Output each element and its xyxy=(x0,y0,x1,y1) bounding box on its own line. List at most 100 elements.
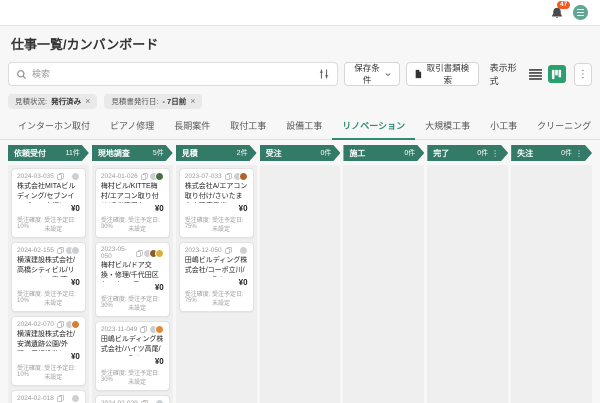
column-request-received: 依頼受付 11件 2024-03-035 株式会社MITAビルディング/セブンイ… xyxy=(8,145,89,403)
copy-icon[interactable] xyxy=(57,173,64,180)
column-header: 施工 0件 xyxy=(343,145,424,161)
search-input[interactable] xyxy=(32,69,313,79)
column-name: 現地調査 xyxy=(97,148,130,158)
column-count: 11件 xyxy=(65,150,80,157)
copy-icon[interactable] xyxy=(57,247,64,254)
column-name: 見積 xyxy=(181,148,198,158)
filter-chip-estimate-issue-date[interactable]: 見積書発行日: - 7日前 × xyxy=(104,94,203,109)
search-box[interactable] xyxy=(8,62,338,86)
card-due-date: 受注予定日: 未設定 xyxy=(44,366,76,381)
card-due-date: 受注予定日: 未設定 xyxy=(211,218,244,233)
card-avatars xyxy=(148,325,164,334)
kanban-card[interactable]: 2023-11-049 田嶋ビルディング株式会社/ハイツ高尾/エアコン取り… ¥… xyxy=(94,321,170,391)
card-avatars xyxy=(154,399,164,403)
card-title: 横濱建設株式会社/安満遺跡公園/外壁・屋根塗装/ xyxy=(17,331,75,349)
filter-chip-estimate-status[interactable]: 見積状況: 発行済み × xyxy=(8,94,98,109)
tab-longterm[interactable]: 長期案件 xyxy=(164,114,220,139)
tab-intercom[interactable]: インターホン取付 xyxy=(8,114,100,139)
kanban-card[interactable]: 2023-12-050 田嶋ビルディング株式会社/コーポ立川/エアコン取り… ¥… xyxy=(178,242,254,312)
card-amount: ¥0 xyxy=(154,283,164,292)
card-id: 2023-05-050 xyxy=(100,246,127,260)
kanban-card[interactable]: 2024-02-155 横濱建設株式会社/高橋シティビル/リフォーム工事/高… … xyxy=(11,242,86,312)
column-body xyxy=(511,165,593,403)
card-probability: 受注確度: 10% xyxy=(17,218,43,230)
kanban-card[interactable]: 2023-05-050 梅村ビル/ドア交換・修理/千代田区丸の内2丁目7-2 ¥… xyxy=(94,242,170,317)
filter-tune-icon[interactable] xyxy=(318,68,330,80)
document-icon xyxy=(416,69,422,79)
tab-small-work[interactable]: 小工事 xyxy=(480,114,527,139)
column-count: 0件 xyxy=(320,150,332,157)
chip-label: 見積書発行日: xyxy=(111,97,159,106)
tab-cleaning[interactable]: クリーニング xyxy=(527,114,600,139)
notification-badge: 47 xyxy=(557,0,571,9)
doc-search-button[interactable]: 取引書類検索 xyxy=(406,62,479,86)
avatar xyxy=(154,399,164,403)
kanban-view-icon[interactable] xyxy=(547,65,566,83)
card-title: 梅村ビル/ドア交換・修理/千代田区丸の内2丁目7-2 xyxy=(100,262,159,280)
toolbar-more-button[interactable]: ⋮ xyxy=(573,62,592,86)
list-view-icon[interactable] xyxy=(527,65,545,83)
card-title: 横濱建設株式会社/高橋シティビル/リフォーム工事/高… xyxy=(17,257,75,275)
card-avatars xyxy=(142,248,164,258)
copy-icon[interactable] xyxy=(57,395,64,402)
card-probability: 受注確度: 10% xyxy=(17,292,43,304)
avatar xyxy=(238,246,248,255)
chip-close-icon[interactable]: × xyxy=(85,97,90,106)
tab-renovation[interactable]: リノベーション xyxy=(332,114,416,140)
column-complete: 完了 0件 ⋮ xyxy=(427,145,509,403)
column-count: 0件 xyxy=(404,150,416,157)
card-amount: ¥0 xyxy=(70,352,80,361)
user-avatar[interactable] xyxy=(573,5,588,20)
card-id: 2024-03-035 xyxy=(17,173,54,180)
notification-bell-icon[interactable]: 47 xyxy=(550,0,571,20)
chip-close-icon[interactable]: × xyxy=(190,97,195,106)
column-name: 失注 xyxy=(517,148,534,158)
tab-installation[interactable]: 取付工事 xyxy=(220,114,276,139)
column-header: 現地調査 5件 xyxy=(92,145,173,161)
topbar: 47 xyxy=(0,0,600,26)
copy-icon[interactable] xyxy=(224,247,232,254)
card-id: 2024-02-155 xyxy=(17,247,54,254)
tab-piano-repair[interactable]: ピアノ修理 xyxy=(100,114,164,139)
card-probability: 受注確度: 30% xyxy=(100,371,127,383)
column-header: 失注 0件 ⋮ xyxy=(511,145,592,161)
tab-equipment[interactable]: 設備工事 xyxy=(276,114,332,139)
column-body xyxy=(427,165,509,403)
card-amount: ¥0 xyxy=(154,204,164,213)
copy-icon[interactable] xyxy=(57,321,64,328)
card-avatars xyxy=(238,246,248,255)
card-amount: ¥0 xyxy=(70,204,80,213)
kanban-card[interactable]: 2023-07-033 株式会社A/エアコン取り付け/さいたま市南区鹿手袋 ¥0… xyxy=(178,168,254,238)
kanban-card[interactable]: 2024-03-035 株式会社MITAビルディング/セブンイレブン 赤堀/リ…… xyxy=(11,168,86,238)
card-probability: 受注確度: 30% xyxy=(100,218,127,230)
tab-largescale[interactable]: 大規模工事 xyxy=(415,114,480,139)
column-menu-icon[interactable]: ⋮ xyxy=(575,149,583,158)
avatar xyxy=(70,172,80,181)
column-name: 施工 xyxy=(349,148,366,158)
column-name: 受注 xyxy=(265,148,282,158)
copy-icon[interactable] xyxy=(141,173,148,180)
view-format-label: 表示形式 xyxy=(489,63,517,86)
card-probability: 受注確度: 30% xyxy=(100,297,127,309)
search-icon xyxy=(16,69,27,80)
kanban-card[interactable]: 2024-02-018 田嶋ビルディング株式会社/国立ヒルズ/エアコン取り… ¥… xyxy=(11,390,86,403)
card-avatars xyxy=(148,172,164,181)
card-id: 2024-01-026 xyxy=(100,173,138,180)
kanban-card[interactable]: 2024-02-070 横濱建設株式会社/安満遺跡公園/外壁・屋根塗装/ ¥0 … xyxy=(11,316,86,386)
card-title: 株式会社A/エアコン取り付け/さいたま市南区鹿手袋 xyxy=(184,183,248,201)
copy-icon[interactable] xyxy=(140,326,147,333)
card-due-date: 受注予定日: 未設定 xyxy=(44,218,76,233)
filter-chips: 見積状況: 発行済み × 見積書発行日: - 7日前 × xyxy=(0,87,600,114)
view-toggle xyxy=(527,65,566,83)
copy-icon[interactable] xyxy=(224,173,232,180)
column-lost: 失注 0件 ⋮ xyxy=(511,145,593,403)
save-conditions-label: 保存条件 xyxy=(354,63,380,85)
avatar xyxy=(154,325,164,334)
save-conditions-button[interactable]: 保存条件 xyxy=(343,62,401,86)
copy-icon[interactable] xyxy=(136,249,143,257)
kanban-card[interactable]: 2024-02-029 田嶋ビルディング株式会社/三鷹スクエアビル/エアコ… ¥… xyxy=(94,395,170,403)
column-menu-icon[interactable]: ⋮ xyxy=(491,149,499,158)
card-amount: ¥0 xyxy=(238,204,248,213)
column-count: 5件 xyxy=(152,150,164,157)
kanban-card[interactable]: 2024-01-026 梅村ビル/KITTE梅村/エアコン取り付け/千代田区丸の… xyxy=(94,168,170,238)
